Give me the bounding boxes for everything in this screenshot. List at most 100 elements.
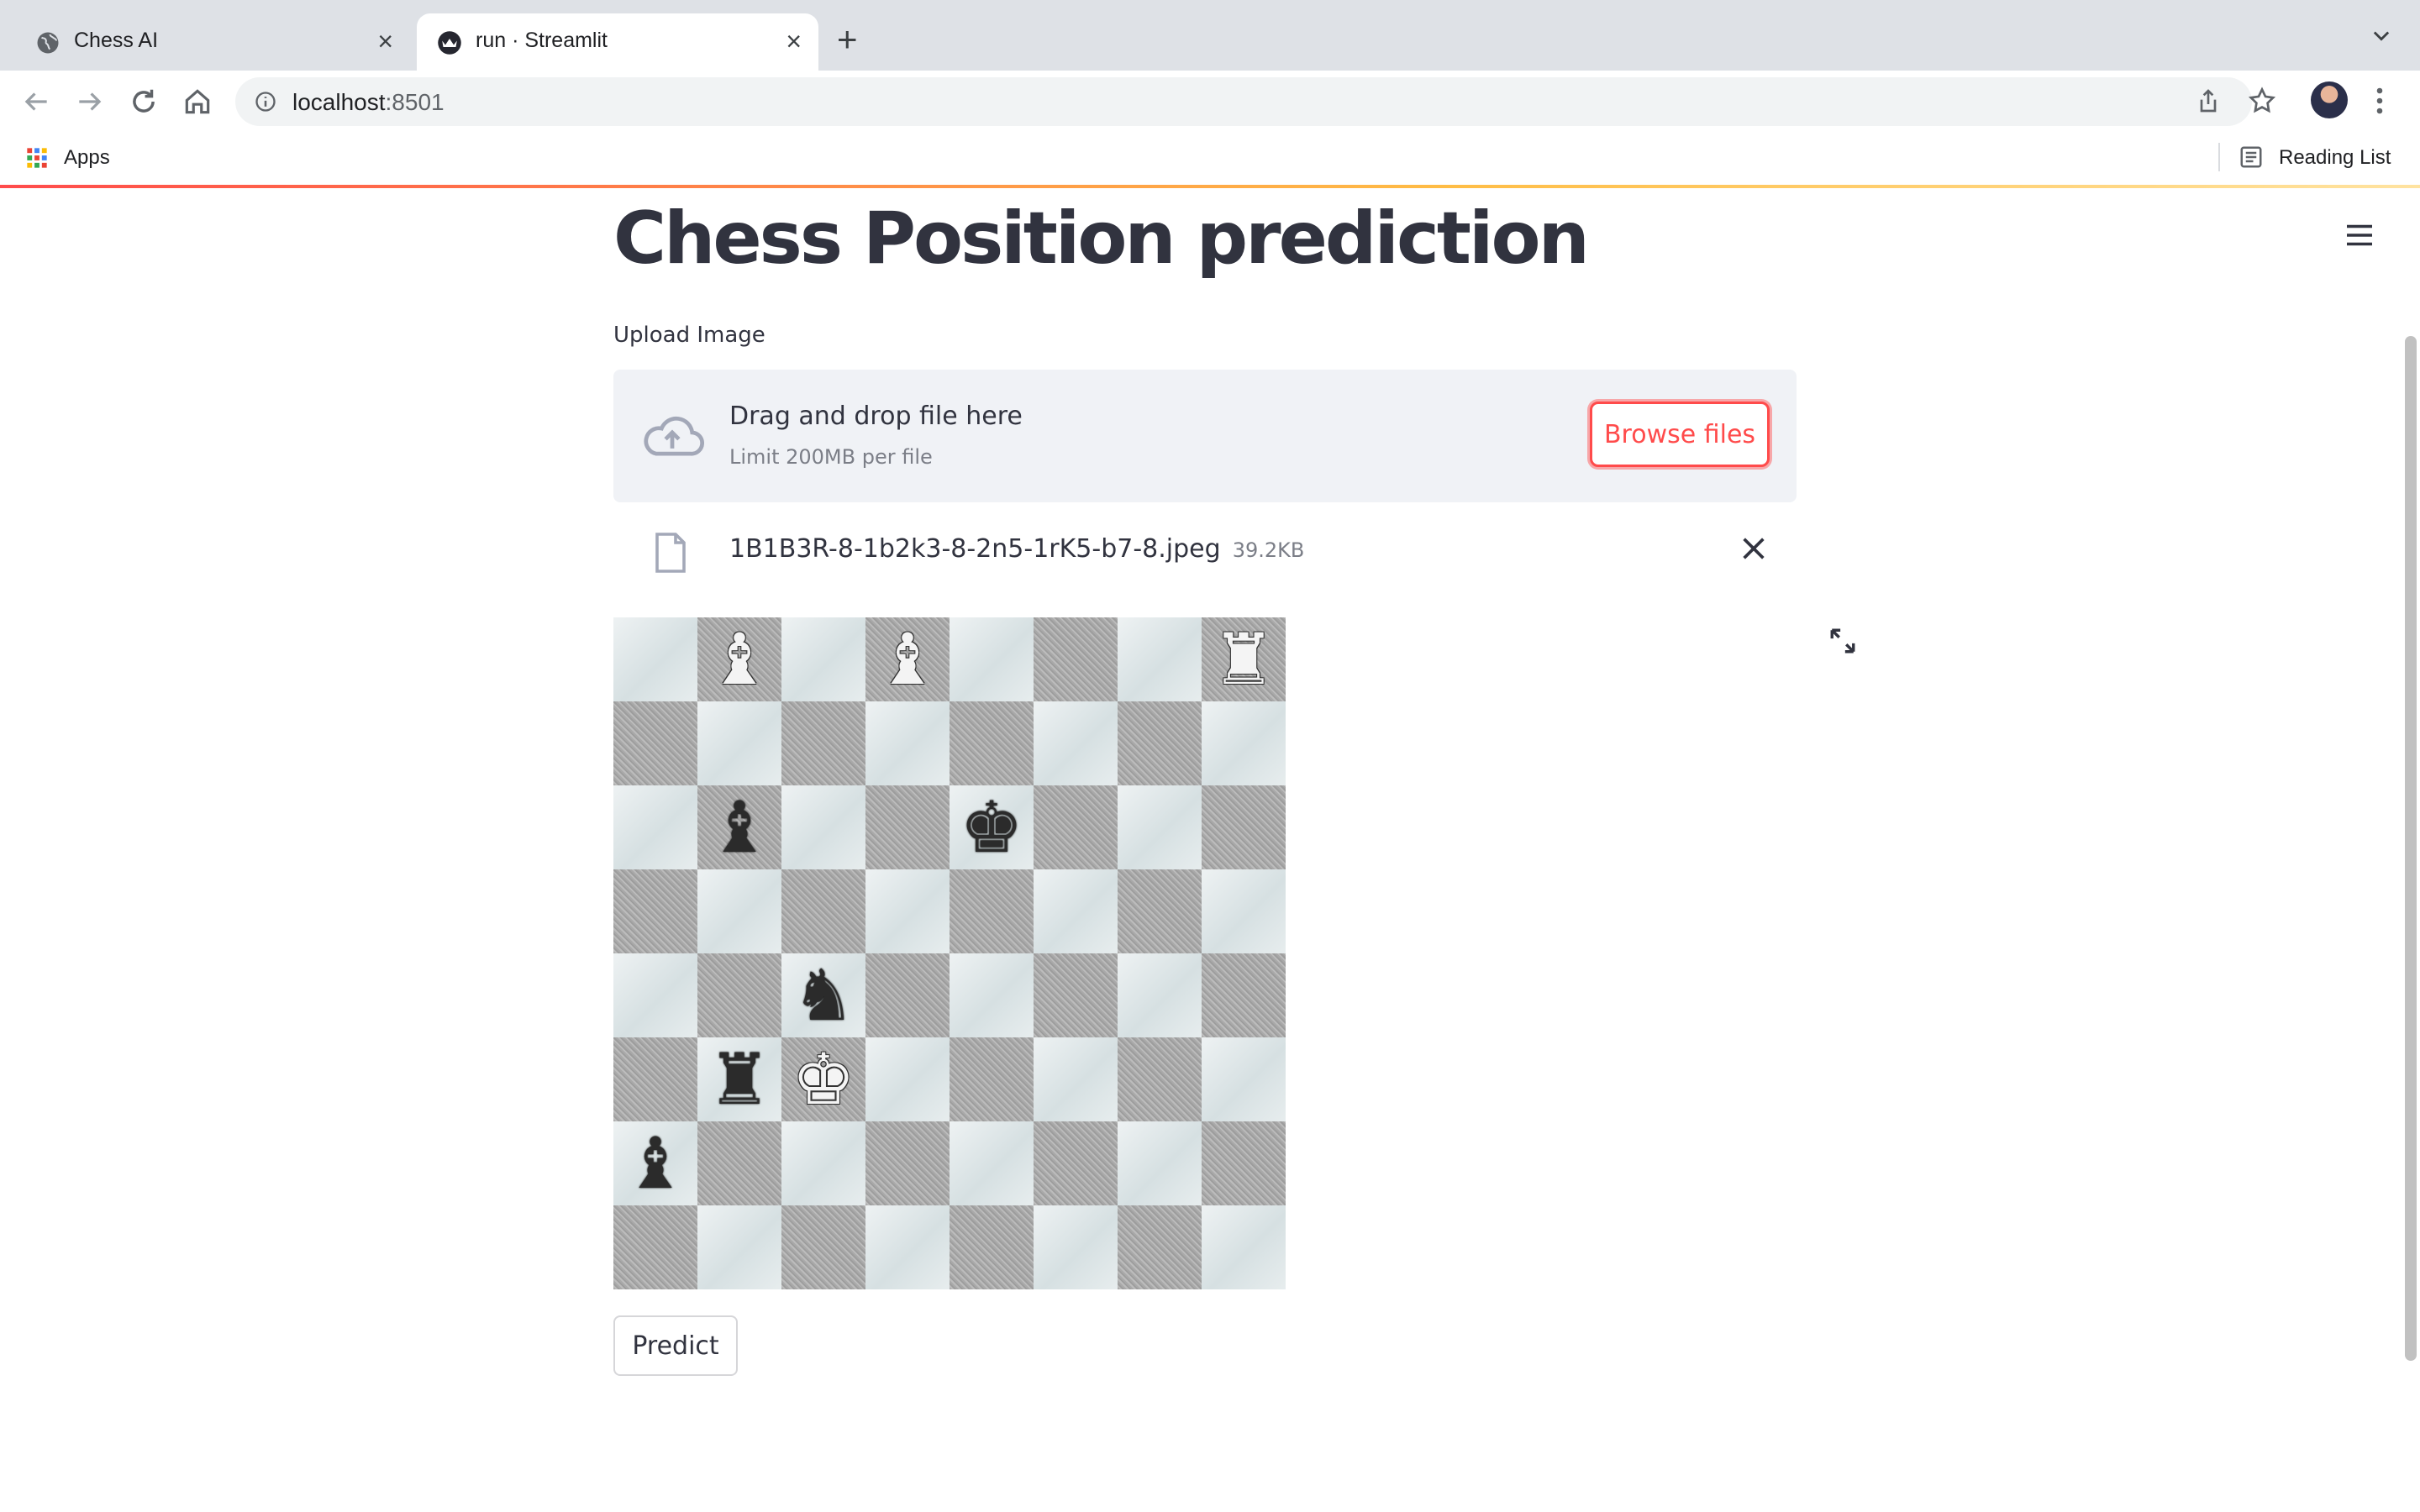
- globe-icon: [37, 32, 59, 54]
- file-name-text: 1B1B3R-8-1b2k3-8-2n5-1rK5-b7-8.jpeg: [729, 534, 1221, 564]
- bookmark-star-icon[interactable]: [2247, 86, 2277, 116]
- tab-close-icon[interactable]: ×: [377, 27, 393, 55]
- apps-grid-icon[interactable]: [25, 146, 49, 170]
- black-bishop-icon: ♝: [708, 786, 771, 869]
- divider: [2218, 143, 2220, 171]
- board-square: ♜: [697, 1037, 781, 1121]
- board-square: ♝: [613, 1121, 697, 1205]
- board-square: [950, 701, 1034, 785]
- url-port: :8501: [385, 89, 445, 115]
- hamburger-menu-icon[interactable]: [2344, 222, 2375, 249]
- board-square: ♜: [1202, 617, 1286, 701]
- info-icon[interactable]: [254, 90, 277, 113]
- reading-list-button[interactable]: Reading List: [2279, 146, 2391, 170]
- board-square: [1118, 1121, 1202, 1205]
- board-square: ♚: [781, 1037, 865, 1121]
- forward-arrow-icon[interactable]: [74, 86, 106, 118]
- board-square: [781, 617, 865, 701]
- new-tab-icon[interactable]: +: [837, 22, 858, 57]
- apps-bookmark[interactable]: Apps: [64, 146, 110, 170]
- board-square: [865, 1037, 950, 1121]
- board-square: [1202, 785, 1286, 869]
- bookmarks-bar: Apps Reading List: [0, 131, 2420, 186]
- browse-files-button[interactable]: Browse files: [1590, 402, 1770, 467]
- white-bishop-icon: ♝: [708, 618, 771, 701]
- chevron-down-icon[interactable]: [2370, 24, 2393, 47]
- reading-list-icon[interactable]: [2238, 144, 2264, 170]
- reload-icon[interactable]: [128, 86, 160, 118]
- address-bar[interactable]: localhost:8501: [235, 77, 2252, 126]
- tab-title: run · Streamlit: [476, 29, 608, 52]
- board-square: [1118, 1205, 1202, 1289]
- board-square: [613, 1037, 697, 1121]
- avatar[interactable]: [2311, 81, 2348, 118]
- board-square: [950, 617, 1034, 701]
- board-square: [613, 953, 697, 1037]
- board-square: [865, 701, 950, 785]
- board-square: ♞: [781, 953, 865, 1037]
- back-arrow-icon[interactable]: [20, 86, 52, 118]
- tab-close-icon[interactable]: ×: [786, 27, 802, 55]
- uploader-label: Upload Image: [613, 323, 765, 348]
- board-square: [1202, 869, 1286, 953]
- board-square: [1202, 1121, 1286, 1205]
- url-text[interactable]: localhost:8501: [292, 89, 445, 116]
- dropzone-limit: Limit 200MB per file: [729, 445, 933, 469]
- chess-board-image: ♝ ♝ ♜ ♝ ♚ ♞ ♜ ♚ ♝: [613, 617, 1286, 1289]
- board-square: [950, 1205, 1034, 1289]
- white-king-icon: ♚: [792, 1038, 855, 1121]
- file-dropzone[interactable]: Drag and drop file here Limit 200MB per …: [613, 370, 1797, 502]
- share-icon[interactable]: [2195, 86, 2222, 116]
- board-square: [865, 953, 950, 1037]
- board-square: [1034, 1121, 1118, 1205]
- cloud-upload-icon: [644, 416, 704, 456]
- board-square: [865, 1121, 950, 1205]
- board-square: [1034, 953, 1118, 1037]
- board-square: [781, 1121, 865, 1205]
- board-square: [613, 1205, 697, 1289]
- board-square: [697, 869, 781, 953]
- board-square: [697, 953, 781, 1037]
- white-bishop-icon: ♝: [876, 618, 939, 701]
- browser-toolbar: localhost:8501: [0, 71, 2420, 131]
- board-square: [1034, 617, 1118, 701]
- white-rook-icon: ♜: [1212, 618, 1276, 701]
- streamlit-app: Chess Position prediction Upload Image D…: [0, 188, 2420, 1512]
- tab-chess-ai[interactable]: Chess AI ×: [15, 13, 410, 71]
- board-square: [697, 1121, 781, 1205]
- tab-streamlit[interactable]: run · Streamlit ×: [417, 13, 818, 71]
- board-square: [1034, 785, 1118, 869]
- fullscreen-icon[interactable]: [1828, 627, 1857, 655]
- home-icon[interactable]: [182, 86, 213, 118]
- uploaded-file-row: 1B1B3R-8-1b2k3-8-2n5-1rK5-b7-8.jpeg 39.2K…: [613, 516, 1797, 583]
- board-square: [781, 701, 865, 785]
- board-square: [781, 785, 865, 869]
- board-square: [613, 869, 697, 953]
- file-size: 39.2KB: [1232, 538, 1305, 562]
- black-king-icon: ♚: [960, 786, 1023, 869]
- browser-tab-strip: Chess AI × run · Streamlit × +: [0, 0, 2420, 71]
- board-square: [1034, 869, 1118, 953]
- board-square: ♝: [865, 617, 950, 701]
- board-square: [1118, 785, 1202, 869]
- board-square: [697, 701, 781, 785]
- black-knight-icon: ♞: [792, 954, 855, 1037]
- board-square: [1034, 701, 1118, 785]
- board-square: [1118, 701, 1202, 785]
- board-square: [950, 1121, 1034, 1205]
- board-square: [1118, 953, 1202, 1037]
- board-square: [613, 701, 697, 785]
- board-square: [613, 617, 697, 701]
- close-icon[interactable]: [1739, 534, 1768, 563]
- black-rook-icon: ♜: [708, 1038, 771, 1121]
- board-square: [1034, 1037, 1118, 1121]
- browser-menu-icon[interactable]: [2375, 86, 2385, 116]
- board-square: [950, 869, 1034, 953]
- board-square: ♚: [950, 785, 1034, 869]
- url-host: localhost: [292, 89, 386, 115]
- board-square: [1118, 869, 1202, 953]
- scrollbar[interactable]: [2405, 336, 2417, 1361]
- predict-button[interactable]: Predict: [613, 1315, 738, 1376]
- page-title: Chess Position prediction: [613, 197, 1590, 281]
- board-square: [865, 1205, 950, 1289]
